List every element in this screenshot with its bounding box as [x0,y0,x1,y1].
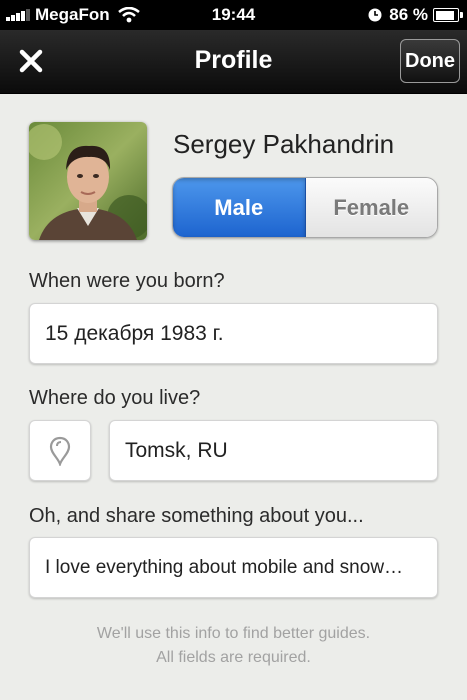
gender-toggle[interactable]: Male Female [172,177,438,238]
done-button[interactable]: Done [400,39,460,83]
battery-percent: 86 % [389,5,428,24]
map-pin-icon [49,436,71,466]
footnote-line-2: All fields are required. [156,649,311,666]
footnote-line-1: We'll use this info to find better guide… [96,625,371,642]
location-field[interactable]: Tomsk, RU [109,420,438,481]
profile-name: Sergey Pakhandrin [173,129,395,159]
birth-label: When were you born? [29,270,225,292]
clock-icon [368,8,382,22]
nav-bar: Profile Done [0,30,467,94]
status-right: 86 % [368,5,463,25]
status-bar: MegaFon 19:44 86 % [0,0,467,30]
gender-option-female[interactable]: Female [305,178,437,237]
avatar[interactable] [29,122,147,240]
battery-icon [433,8,463,22]
location-label: Where do you live? [29,387,201,409]
birth-date-field[interactable]: 15 декабря 1983 г. [29,303,438,364]
gender-option-male[interactable]: Male [173,178,306,237]
about-label: Oh, and share something about you... [29,505,364,527]
avatar-photo [29,122,147,240]
battery-fill [435,10,454,20]
page-title: Profile [194,46,273,74]
about-field[interactable]: I love everything about mobile and snow… [29,537,438,598]
location-button[interactable] [29,420,91,481]
footnote: We'll use this info to find better guide… [0,622,467,670]
